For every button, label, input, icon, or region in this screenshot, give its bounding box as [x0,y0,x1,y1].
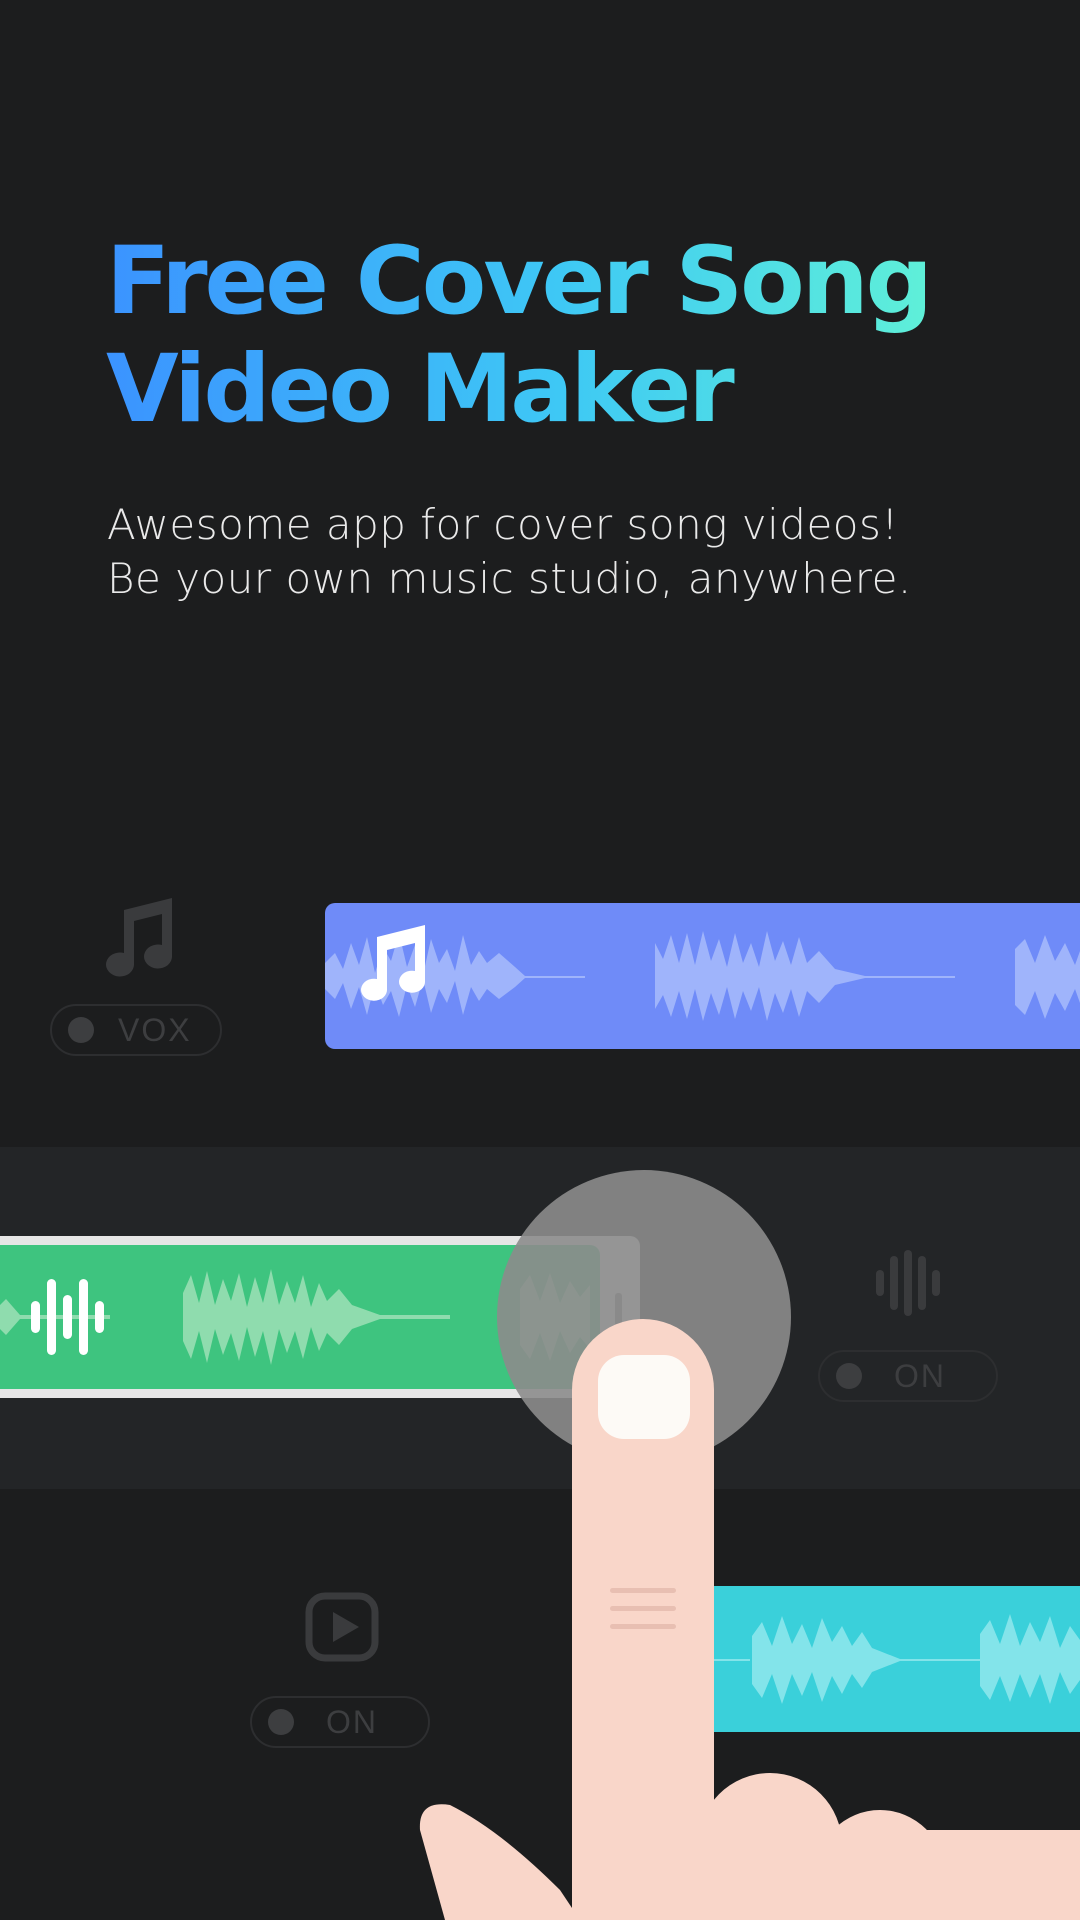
vox-track-clip[interactable] [325,903,1080,1049]
audio-toggle[interactable]: ON [818,1350,998,1402]
headline: Free Cover Song Video Maker [106,228,930,444]
video-toggle[interactable]: ON [250,1696,430,1748]
video-toggle-label: ON [326,1703,378,1740]
subtitle-line-1: Awesome app for cover song videos! [107,500,899,549]
vox-toggle[interactable]: VOX [50,1004,222,1056]
toggle-dot [68,1017,94,1043]
audio-waveform-icon [874,1250,940,1316]
video-track-clip[interactable] [700,1586,1080,1732]
vox-music-note-icon [100,898,176,980]
vox-toggle-label: VOX [118,1011,192,1048]
finger-crease [610,1588,676,1629]
toggle-dot [268,1709,294,1735]
toggle-dot [836,1363,862,1389]
headline-line-1: Free Cover Song [106,227,930,336]
subtitle: Awesome app for cover song videos! Be yo… [107,498,912,606]
touch-indicator-circle [497,1170,791,1464]
audio-toggle-label: ON [894,1357,946,1394]
headline-line-2: Video Maker [106,335,732,444]
play-video-icon [305,1592,379,1662]
subtitle-line-2: Be your own music studio, anywhere. [107,554,912,603]
